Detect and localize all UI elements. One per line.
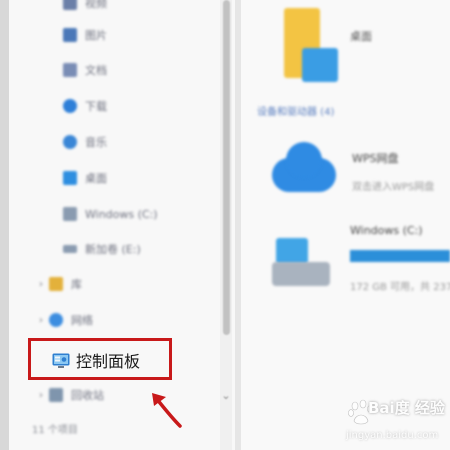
nav-item-label: 库 xyxy=(71,278,82,291)
nav-item-label: 图片 xyxy=(85,29,107,42)
drive-usage-bar xyxy=(350,250,450,262)
nav-item-label: 文档 xyxy=(85,64,107,77)
windows-drive-logo-icon xyxy=(276,238,308,264)
nav-item-label: 回收站 xyxy=(71,389,104,402)
nav-item-label: 视频 xyxy=(85,0,107,10)
nav-item-desktop[interactable]: 桌面 xyxy=(63,167,107,189)
recycle-bin-icon xyxy=(49,388,63,402)
chevron-right-icon[interactable]: › xyxy=(39,279,43,290)
documents-icon xyxy=(63,63,77,77)
nav-item-windows-drive[interactable]: Windows (C:) xyxy=(63,203,158,225)
nav-item-label: 桌面 xyxy=(85,172,107,185)
nav-item-network[interactable]: › 网络 xyxy=(39,309,93,331)
desktop-folder-overlay-icon xyxy=(302,48,338,82)
nav-item-label: 新加卷 (E:) xyxy=(85,243,141,256)
chevron-right-icon[interactable]: › xyxy=(39,390,43,401)
nav-item-documents[interactable]: 文档 xyxy=(63,59,107,81)
nav-item-libraries[interactable]: › 库 xyxy=(39,273,82,295)
music-icon xyxy=(63,135,77,149)
nav-item-label: 网络 xyxy=(71,314,93,327)
chevron-right-icon[interactable]: › xyxy=(39,315,43,326)
windows-drive-icon xyxy=(63,207,77,221)
libraries-icon xyxy=(49,277,63,291)
nav-item-music[interactable]: 音乐 xyxy=(63,131,107,153)
video-icon xyxy=(63,0,77,10)
nav-item-label: Windows (C:) xyxy=(85,207,158,221)
highlight-box xyxy=(28,338,172,380)
wps-cloud-top-icon xyxy=(286,142,322,178)
nav-item-recycle-bin[interactable]: › 回收站 xyxy=(39,384,104,406)
red-arrow-icon xyxy=(152,393,182,428)
local-drive-icon xyxy=(63,245,77,253)
desktop-folder-label: 桌面 xyxy=(350,30,372,43)
window-left-edge xyxy=(0,0,9,450)
devices-group-header[interactable]: 设备和驱动器 (4) xyxy=(257,103,334,118)
baidu-jingyan-watermark: Bai度 经验 jingyan.baidu.com xyxy=(338,395,450,450)
nav-item-pictures[interactable]: 图片 xyxy=(63,24,107,46)
downloads-icon xyxy=(63,99,77,113)
status-item-count: 11 个项目 xyxy=(32,425,78,436)
nav-item-downloads[interactable]: 下载 xyxy=(63,95,107,117)
wps-drive-title: WPS网盘 xyxy=(352,152,399,165)
nav-item-videos[interactable]: 视频 xyxy=(63,0,107,14)
navigation-pane xyxy=(9,0,235,450)
nav-scrollbar-thumb[interactable] xyxy=(223,0,230,335)
wps-drive-subtitle: 双击进入WPS网盘 xyxy=(352,182,435,193)
desktop-icon xyxy=(63,171,77,185)
windows-drive-subtitle: 172 GB 可用，共 237 GB xyxy=(350,282,450,293)
nav-item-label: 下载 xyxy=(85,100,107,113)
nav-item-local-drive[interactable]: 新加卷 (E:) xyxy=(63,238,141,260)
network-icon xyxy=(49,313,63,327)
watermark-url: jingyan.baidu.com xyxy=(346,430,439,441)
hard-drive-icon[interactable] xyxy=(272,262,330,286)
nav-item-label: 音乐 xyxy=(85,136,107,149)
scroll-down-arrow-icon[interactable]: ⌄ xyxy=(219,389,233,402)
watermark-brand: Bai度 经验 xyxy=(368,399,445,417)
windows-drive-title: Windows (C:) xyxy=(350,224,423,237)
pictures-icon xyxy=(63,28,77,42)
